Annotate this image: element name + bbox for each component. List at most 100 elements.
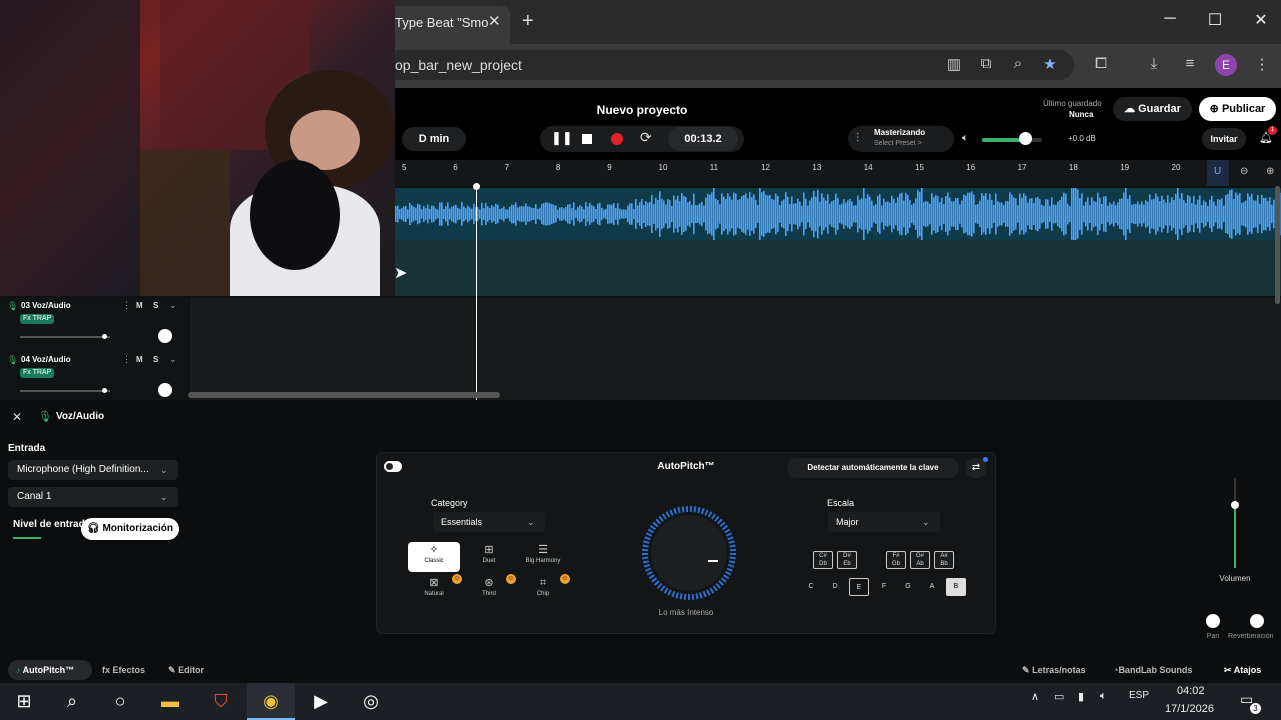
key-f[interactable]: F bbox=[874, 578, 894, 596]
tray-chevron-icon[interactable]: ∧ bbox=[1031, 690, 1039, 703]
key-g-sharp[interactable]: G# Ab bbox=[910, 551, 930, 569]
key-b[interactable]: B bbox=[946, 578, 966, 596]
reverb-knob[interactable] bbox=[1250, 614, 1264, 628]
media-player-icon[interactable]: ▶ bbox=[297, 683, 345, 720]
clock-date[interactable]: 17/1/2026 bbox=[1165, 703, 1214, 715]
playhead[interactable] bbox=[476, 186, 477, 400]
empty-lane-2[interactable] bbox=[395, 240, 1281, 296]
key-a[interactable]: A bbox=[922, 578, 942, 596]
track-volume-slider[interactable] bbox=[20, 390, 110, 392]
zoom-icon[interactable]: ⌕ bbox=[1008, 55, 1028, 72]
extensions-icon[interactable]: ⧠ bbox=[1091, 55, 1111, 72]
record-icon[interactable] bbox=[611, 133, 623, 145]
fx-badge[interactable]: Fx TRAP bbox=[20, 314, 55, 324]
new-tab-icon[interactable]: + bbox=[522, 10, 534, 33]
pan-knob[interactable] bbox=[1206, 614, 1220, 628]
track-lane-03[interactable] bbox=[190, 298, 1281, 352]
network-icon[interactable]: ▭ bbox=[1054, 690, 1064, 703]
chrome-icon[interactable]: ◉ bbox=[247, 683, 295, 720]
intensity-dial[interactable] bbox=[636, 505, 746, 601]
volume-tray-icon[interactable]: 🔈︎ bbox=[1100, 690, 1107, 703]
scale-select[interactable]: Major ⌄ bbox=[828, 512, 940, 532]
playhead-handle[interactable] bbox=[473, 183, 480, 190]
track-menu-icon[interactable]: ⋮ bbox=[122, 300, 131, 311]
windows-start-icon[interactable]: ⊞ bbox=[0, 683, 48, 720]
style-big-harmony[interactable]: ☰ Big Harmony bbox=[517, 542, 569, 572]
track-volume-handle[interactable] bbox=[102, 334, 107, 339]
audio-region-lane[interactable] bbox=[395, 186, 1281, 242]
detect-key-button[interactable]: Detectar automáticamente la clave bbox=[787, 458, 959, 478]
track-volume-handle[interactable] bbox=[102, 388, 107, 393]
close-window-icon[interactable]: ✕ bbox=[1249, 10, 1273, 30]
minimize-icon[interactable]: ─ bbox=[1158, 10, 1182, 28]
vertical-scrollbar[interactable] bbox=[1275, 186, 1280, 304]
track-menu-icon[interactable]: ⋮ bbox=[122, 354, 131, 365]
profile-avatar[interactable]: E bbox=[1215, 54, 1237, 76]
style-classic[interactable]: ✧ Classic bbox=[408, 542, 460, 572]
monitoring-button[interactable]: 🎧︎ Monitorización bbox=[81, 518, 179, 540]
tab-lyrics[interactable]: ✎ Letras/notas bbox=[1022, 660, 1086, 680]
panel-volume-handle[interactable] bbox=[1231, 501, 1239, 509]
download-icon[interactable]: ⤓ bbox=[1144, 55, 1164, 72]
tab-close-icon[interactable]: ✕ bbox=[488, 12, 501, 30]
project-title[interactable]: Nuevo proyecto bbox=[560, 103, 724, 117]
save-button[interactable]: ☁ Guardar bbox=[1113, 97, 1192, 121]
solo-button[interactable]: S bbox=[153, 355, 158, 364]
input-device-select[interactable]: Microphone (High Definition... ⌄ bbox=[8, 460, 178, 480]
zoom-out-icon[interactable]: ⊖ bbox=[1240, 166, 1248, 177]
task-view-icon[interactable]: ○ bbox=[96, 683, 144, 720]
cast-icon[interactable]: ⧉ bbox=[976, 55, 996, 72]
loop-icon[interactable]: ⟳ bbox=[640, 129, 652, 146]
zoom-in-icon[interactable]: ⊕ bbox=[1266, 166, 1274, 177]
key-a-sharp[interactable]: A# Bb bbox=[934, 551, 954, 569]
url-text[interactable]: op_bar_new_project bbox=[395, 57, 522, 73]
solo-button[interactable]: S bbox=[153, 301, 158, 310]
close-icon[interactable]: ✕ bbox=[12, 410, 22, 424]
category-select[interactable]: Essentials ⌄ bbox=[433, 512, 545, 532]
key-g[interactable]: G bbox=[898, 578, 918, 596]
tab-bandlab-sounds[interactable]: ◔BandLab Sounds bbox=[1113, 660, 1192, 680]
key-c[interactable]: C bbox=[801, 578, 821, 596]
battery-icon[interactable]: ▮ bbox=[1078, 690, 1084, 703]
stop-icon[interactable] bbox=[582, 134, 592, 144]
key-e[interactable]: E bbox=[849, 578, 869, 596]
track-name[interactable]: 04 Voz/Audio bbox=[21, 355, 71, 364]
key-f-sharp[interactable]: F# Gb bbox=[886, 551, 906, 569]
pause-icon[interactable]: ❚❚ bbox=[551, 130, 573, 146]
language-indicator[interactable]: ESP bbox=[1129, 690, 1149, 701]
key-c-sharp[interactable]: C# Db bbox=[813, 551, 833, 569]
track-header-04[interactable]: 🎙︎ 04 Voz/Audio ⋮ M S ⌄ Fx TRAP bbox=[0, 352, 188, 400]
key-d[interactable]: D bbox=[825, 578, 845, 596]
track-header-03[interactable]: 🎙︎ 03 Voz/Audio ⋮ M S ⌄ Fx TRAP bbox=[0, 298, 188, 352]
speaker-icon[interactable]: 🔈︎ bbox=[962, 132, 969, 145]
key-button[interactable]: D min bbox=[402, 127, 466, 151]
horizontal-scrollbar[interactable] bbox=[188, 392, 500, 398]
channel-select[interactable]: Canal 1 ⌄ bbox=[8, 487, 178, 507]
invite-button[interactable]: Invitar bbox=[1202, 128, 1246, 150]
obs-icon[interactable]: ◎ bbox=[347, 683, 395, 720]
file-explorer-icon[interactable]: ▬ bbox=[146, 683, 194, 720]
search-icon[interactable]: ⌕ bbox=[48, 683, 96, 720]
menu-kebab-icon[interactable]: ⋮ bbox=[1252, 55, 1272, 73]
clock-time[interactable]: 04:02 bbox=[1177, 685, 1205, 697]
bookmark-star-icon[interactable]: ★ bbox=[1040, 55, 1060, 73]
tab-editor[interactable]: ✎ Editor bbox=[168, 660, 204, 680]
chevron-down-icon[interactable]: ⌄ bbox=[169, 300, 177, 311]
mute-button[interactable]: M bbox=[136, 301, 143, 310]
chevron-down-icon[interactable]: ⌄ bbox=[169, 354, 177, 365]
pan-knob[interactable] bbox=[158, 383, 172, 397]
key-d-sharp[interactable]: D# Eb bbox=[837, 551, 857, 569]
track-volume-slider[interactable] bbox=[20, 336, 110, 338]
reader-mode-icon[interactable]: ▥ bbox=[944, 55, 964, 73]
brave-browser-icon[interactable]: ⛉ bbox=[197, 683, 245, 720]
publish-button[interactable]: ⊕ Publicar bbox=[1199, 97, 1276, 121]
fx-badge[interactable]: Fx TRAP bbox=[20, 368, 55, 378]
style-duet[interactable]: ⊞ Duet bbox=[463, 542, 515, 572]
media-control-icon[interactable]: ≡ bbox=[1180, 55, 1200, 72]
mute-button[interactable]: M bbox=[136, 355, 143, 364]
maximize-icon[interactable]: ☐ bbox=[1203, 10, 1227, 30]
tab-effects[interactable]: fx Efectos bbox=[102, 660, 145, 680]
tab-shortcuts[interactable]: ✂ Atajos bbox=[1224, 660, 1261, 680]
tab-autopitch[interactable]: ♪ AutoPitch™ bbox=[8, 660, 92, 680]
track-name[interactable]: 03 Voz/Audio bbox=[21, 301, 71, 310]
